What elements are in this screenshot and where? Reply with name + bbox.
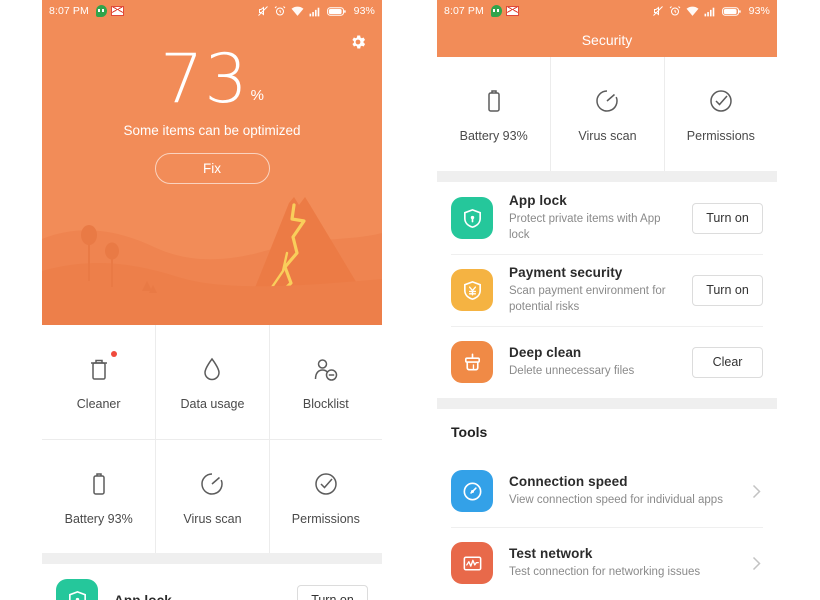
- row-subtitle: Scan payment environment for potential r…: [509, 284, 666, 313]
- page-title: Security: [437, 22, 777, 57]
- status-time: 8:07 PM: [49, 5, 89, 17]
- score-number: 73: [160, 40, 249, 119]
- tile-label: Virus scan: [578, 129, 637, 143]
- tile-virus-scan[interactable]: Virus scan: [155, 439, 269, 553]
- speedometer-icon: [451, 470, 493, 512]
- row-payment-security[interactable]: Payment security Scan payment environmen…: [437, 254, 777, 326]
- row-title: Deep clean: [509, 344, 582, 360]
- payment-security-turn-on-button[interactable]: Turn on: [692, 274, 763, 306]
- hero-subtitle: Some items can be optimized: [123, 123, 301, 138]
- tile-blocklist[interactable]: Blocklist: [268, 325, 382, 439]
- battery-percent: 93%: [748, 5, 770, 17]
- cleaner-badge-dot: [110, 351, 117, 357]
- tile-label: Permissions: [686, 129, 755, 143]
- alarm-icon: [669, 5, 681, 17]
- tile-label: Permissions: [291, 511, 360, 526]
- status-bar-right: 8:07 PM 93%: [437, 0, 777, 22]
- battery-icon: [721, 6, 741, 17]
- battery-icon: [89, 468, 109, 498]
- tile-permissions[interactable]: Permissions: [268, 439, 382, 553]
- app-lock-turn-on-button[interactable]: Turn on: [692, 202, 763, 234]
- tile-virus-scan[interactable]: Virus scan: [550, 57, 663, 171]
- chevron-right-icon: [749, 484, 763, 499]
- row-test-network[interactable]: Test network Test connection for network…: [437, 527, 777, 599]
- mute-icon: [257, 5, 269, 17]
- deep-clean-clear-button[interactable]: Clear: [692, 346, 763, 378]
- shield-lock-icon: [451, 197, 493, 239]
- volcano-illustration: [42, 197, 382, 325]
- signal-icon: [704, 6, 717, 17]
- fix-button[interactable]: Fix: [154, 153, 270, 184]
- waveform-icon: [451, 542, 493, 584]
- row-deep-clean[interactable]: Deep clean Delete unnecessary files Clea…: [437, 326, 777, 398]
- check-circle-icon: [313, 468, 339, 498]
- shortcut-grid-right: Battery 93% Virus scan Permissions: [437, 57, 777, 171]
- optimization-hero: 73 % Some items can be optimized Fix: [42, 22, 382, 325]
- section-divider-band: [42, 553, 382, 564]
- tile-permissions[interactable]: Permissions: [663, 57, 777, 171]
- status-bar-left: 8:07 PM 93%: [42, 0, 382, 22]
- tile-label: Data usage: [180, 397, 245, 411]
- droplet-icon: [200, 353, 224, 383]
- gmail-icon: [505, 6, 519, 16]
- tools-section-heading: Tools: [437, 409, 777, 455]
- check-circle-icon: [708, 85, 734, 115]
- scan-clock-icon: [594, 85, 620, 115]
- row-subtitle: Protect private items with App lock: [509, 212, 661, 241]
- tile-label: Blocklist: [302, 397, 349, 411]
- shield-lock-icon: [56, 579, 98, 600]
- tile-data-usage[interactable]: Data usage: [155, 325, 268, 439]
- mute-icon: [652, 5, 664, 17]
- scan-clock-icon: [199, 468, 225, 498]
- left-phone-screen: 8:07 PM 93% 73 % Some items can be optim…: [42, 0, 382, 600]
- row-app-lock[interactable]: App lock Protect private items with App …: [437, 182, 777, 254]
- wifi-icon: [686, 6, 699, 17]
- alarm-icon: [274, 5, 286, 17]
- broom-icon: [451, 341, 493, 383]
- section-divider-band: [437, 171, 777, 182]
- battery-icon: [484, 85, 504, 115]
- row-title: App lock: [509, 192, 567, 208]
- row-subtitle: Delete unnecessary files: [509, 364, 635, 377]
- hangouts-icon: [490, 5, 502, 17]
- battery-icon: [326, 6, 346, 17]
- tile-label: Battery 93%: [459, 129, 528, 143]
- row-subtitle: Test connection for networking issues: [509, 565, 701, 578]
- shortcut-grid-left: Cleaner Data usage Blocklist Battery 93%…: [42, 325, 382, 553]
- tile-battery[interactable]: Battery 93%: [437, 57, 550, 171]
- person-block-icon: [313, 353, 339, 383]
- row-title: Test network: [509, 545, 593, 561]
- battery-percent: 93%: [353, 5, 375, 17]
- row-subtitle: View connection speed for individual app…: [509, 493, 723, 506]
- gmail-icon: [110, 6, 124, 16]
- hangouts-icon: [95, 5, 107, 17]
- row-title: Connection speed: [509, 473, 628, 489]
- trash-icon: [87, 351, 117, 383]
- right-phone-screen: 8:07 PM 93% Security Battery 93% Virus s…: [437, 0, 777, 600]
- row-app-lock-partial[interactable]: App lock Turn on: [42, 564, 382, 600]
- shield-yen-icon: [451, 269, 493, 311]
- row-connection-speed[interactable]: Connection speed View connection speed f…: [437, 455, 777, 527]
- screenshot-stage: 8:07 PM 93% 73 % Some items can be optim…: [0, 0, 820, 600]
- wifi-icon: [291, 6, 304, 17]
- optimization-score: 73 %: [160, 46, 264, 114]
- score-unit: %: [250, 87, 264, 104]
- tile-label: Battery 93%: [64, 511, 133, 526]
- tile-label: Cleaner: [76, 397, 121, 411]
- signal-icon: [309, 6, 322, 17]
- row-title: Payment security: [509, 264, 623, 280]
- tile-label: Virus scan: [183, 511, 242, 526]
- row-title: App lock: [114, 592, 172, 600]
- section-divider-band: [437, 398, 777, 409]
- status-time: 8:07 PM: [444, 5, 484, 17]
- turn-on-button[interactable]: Turn on: [297, 584, 368, 600]
- chevron-right-icon: [749, 556, 763, 571]
- tile-cleaner[interactable]: Cleaner: [42, 325, 155, 439]
- tile-battery[interactable]: Battery 93%: [42, 439, 156, 553]
